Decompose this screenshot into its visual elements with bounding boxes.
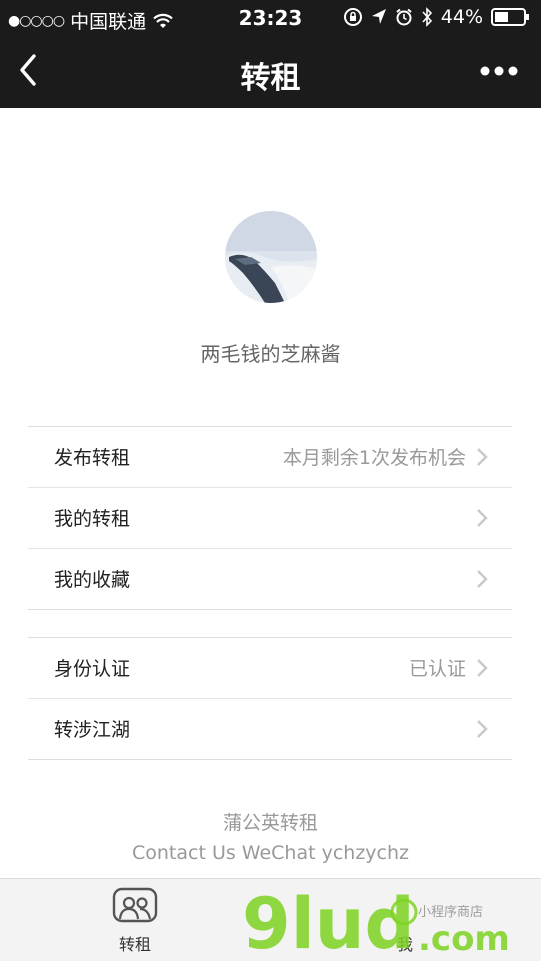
watermark-tagline: 小程序商店 (418, 905, 483, 920)
avatar[interactable] (225, 211, 317, 303)
bluetooth-icon (422, 7, 432, 27)
footer-brand: 蒲公英转租 (222, 812, 318, 834)
location-icon (371, 9, 386, 24)
watermark-suffix: .com (418, 919, 510, 958)
users-icon (112, 887, 158, 923)
menu-item-identity[interactable]: 身份认证 已认证 (28, 638, 512, 699)
chevron-right-icon (477, 720, 488, 738)
menu-item-my-rentals[interactable]: 我的转租 (28, 488, 512, 549)
menu-item-label: 我的收藏 (54, 569, 131, 591)
footer-contact: Contact Us WeChat ychzychz (131, 842, 410, 864)
tab-rent[interactable]: 转租 (95, 887, 175, 961)
tab-label: 转租 (118, 935, 151, 954)
chevron-right-icon (477, 659, 488, 677)
status-bar: ●○○○○ 中国联通 23:23 44% (0, 0, 541, 36)
battery-percent: 44% (440, 6, 483, 28)
menu-group-secondary: 身份认证 已认证 转涉江湖 (28, 637, 512, 760)
menu-item-value: 本月剩余1次发布机会 (282, 447, 466, 469)
menu-item-label: 我的转租 (54, 508, 131, 530)
page-title: 转租 (240, 61, 301, 96)
menu-group-primary: 发布转租 本月剩余1次发布机会 我的转租 我的收藏 (28, 426, 512, 610)
menu-item-community[interactable]: 转涉江湖 (28, 699, 512, 759)
navigation-bar: 转租 (0, 36, 541, 108)
more-options-icon[interactable] (479, 58, 519, 84)
chevron-right-icon (477, 570, 488, 588)
menu-item-value: 已认证 (408, 658, 466, 680)
chevron-right-icon (477, 448, 488, 466)
battery-icon (491, 8, 529, 26)
menu-item-publish[interactable]: 发布转租 本月剩余1次发布机会 (28, 427, 512, 488)
menu-item-label: 转涉江湖 (54, 719, 131, 741)
menu-item-favorites[interactable]: 我的收藏 (28, 549, 512, 609)
alarm-icon (396, 8, 412, 26)
watermark-logo: 9lud .com 小程序商店 (242, 886, 510, 958)
menu-item-label: 身份认证 (54, 658, 131, 680)
rotation-lock-icon (343, 8, 362, 26)
chevron-right-icon (477, 509, 488, 527)
watermark-main: 9lud (242, 886, 415, 958)
user-nickname: 两毛钱的芝麻酱 (200, 342, 341, 366)
menu-item-label: 发布转租 (54, 447, 131, 469)
